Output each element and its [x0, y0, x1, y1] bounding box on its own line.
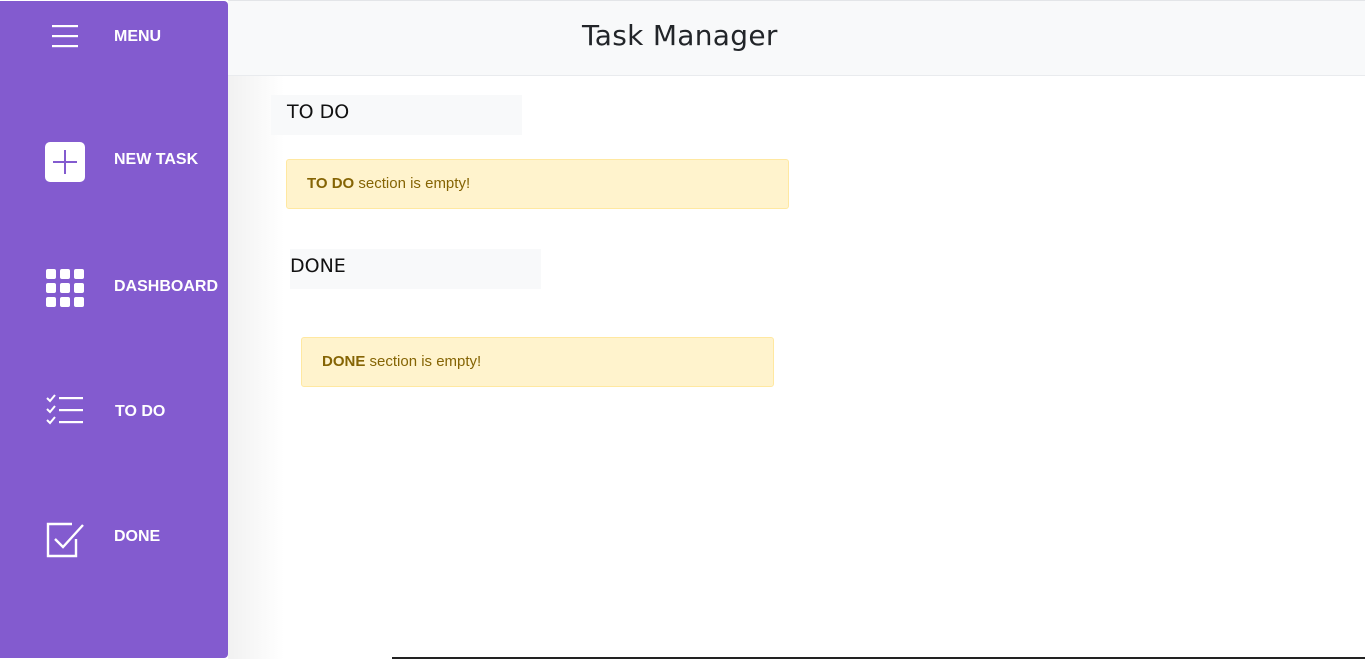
- section-title-to-do: TO DO: [271, 95, 522, 135]
- sidebar-item-label: TO DO: [115, 403, 166, 420]
- sidebar-shadow: [228, 76, 284, 659]
- section-title-done: DONE: [290, 249, 541, 289]
- checklist-icon: [44, 390, 86, 432]
- sidebar-item-to-do[interactable]: TO DO: [0, 381, 228, 441]
- empty-alert-done: DONE section is empty!: [301, 337, 774, 387]
- sidebar-item-done[interactable]: DONE: [0, 506, 228, 566]
- alert-bold-text: TO DO: [307, 175, 355, 192]
- hamburger-menu-icon: [44, 16, 86, 58]
- sidebar-item-label: MENU: [114, 28, 162, 45]
- sidebar-item-label: DASHBOARD: [114, 278, 218, 295]
- sidebar-item-dashboard[interactable]: DASHBOARD: [0, 255, 228, 315]
- sidebar-item-label: DONE: [114, 528, 161, 545]
- page: Task Manager MENU NEW TASK DASHBOARD TO …: [0, 0, 1365, 659]
- grid-icon: [44, 267, 86, 309]
- empty-alert-to-do: TO DO section is empty!: [286, 159, 789, 209]
- alert-text: section is empty!: [354, 175, 471, 192]
- checkbox-checked-icon: [44, 519, 86, 561]
- sidebar-item-menu[interactable]: MENU: [0, 6, 228, 66]
- sidebar-item-label: NEW TASK: [114, 151, 199, 168]
- alert-bold-text: DONE: [322, 353, 366, 370]
- plus-square-icon: [44, 141, 86, 183]
- top-header: Task Manager: [228, 0, 1365, 76]
- sidebar: MENU NEW TASK DASHBOARD TO DO DONE: [0, 1, 228, 658]
- alert-text: section is empty!: [365, 353, 482, 370]
- sidebar-item-new-task[interactable]: NEW TASK: [0, 129, 228, 189]
- page-title: Task Manager: [582, 19, 778, 52]
